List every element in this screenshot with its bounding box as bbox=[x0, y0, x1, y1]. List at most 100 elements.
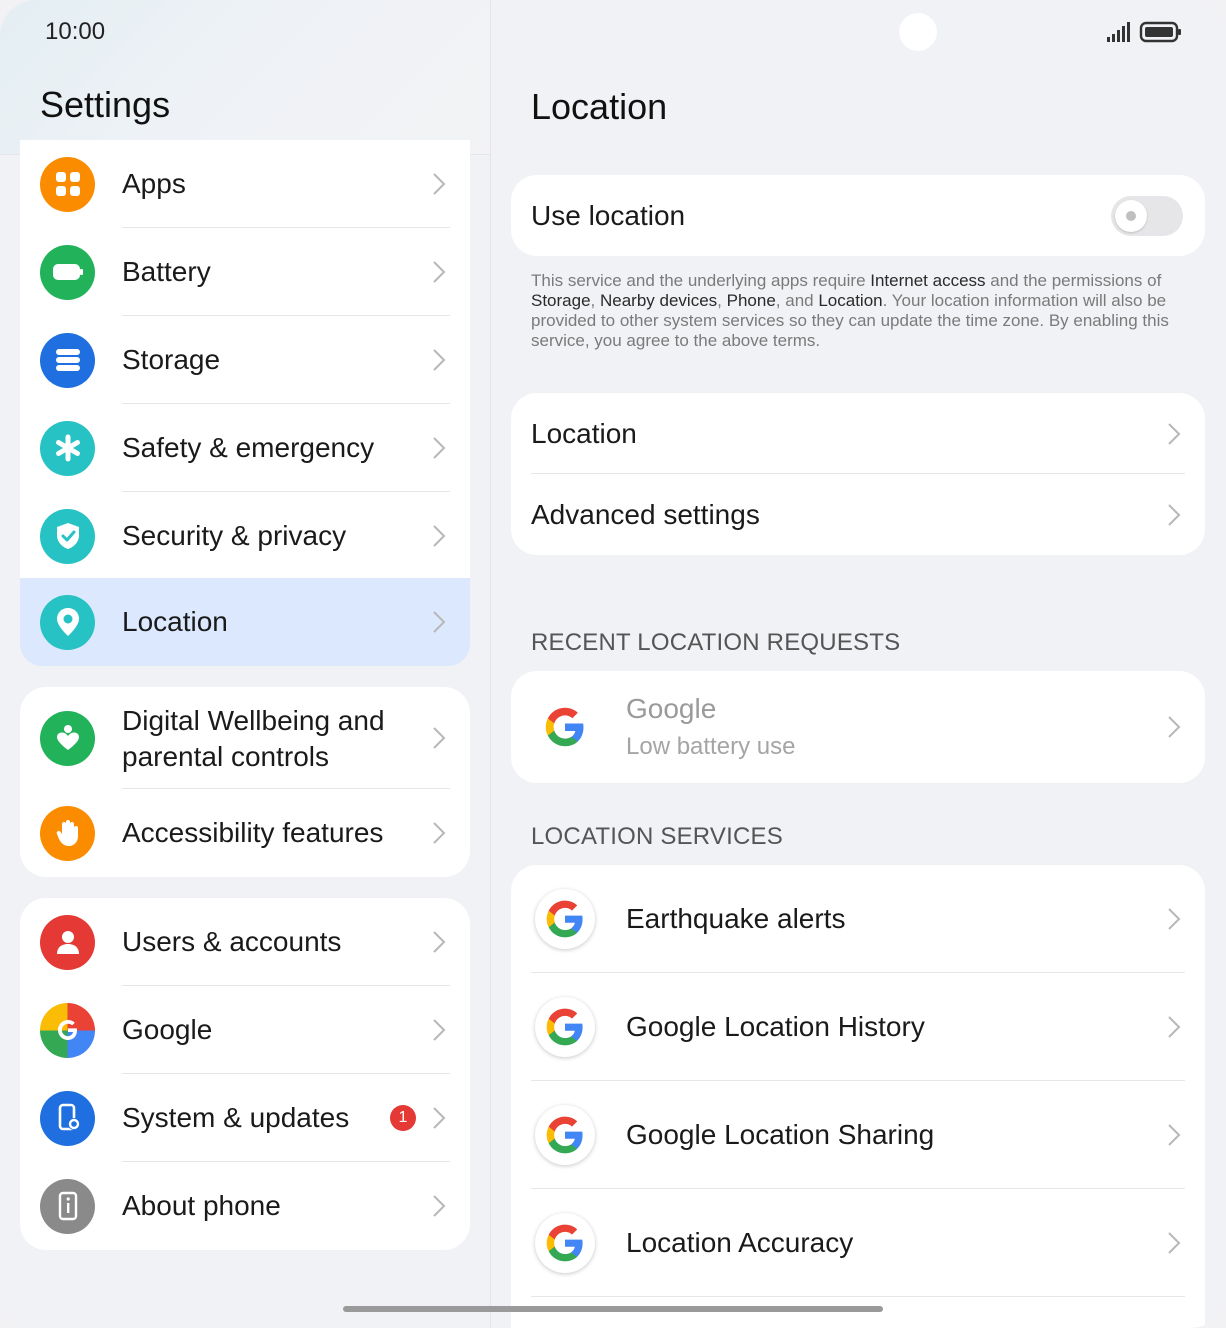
user-icon bbox=[40, 914, 95, 970]
service-location-accuracy[interactable]: Location Accuracy bbox=[511, 1189, 1205, 1297]
settings-pane: 10:00 Settings Apps Battery Storage Safe… bbox=[0, 0, 490, 1328]
location-pane: Location Use location This service and t… bbox=[491, 0, 1226, 1328]
location-pin-icon bbox=[40, 594, 95, 650]
settings-item-label-line2: parental controls bbox=[122, 741, 330, 772]
chevron-right-icon bbox=[1168, 1124, 1181, 1146]
use-location-description: This service and the underlying apps req… bbox=[531, 271, 1191, 351]
chevron-right-icon bbox=[433, 611, 446, 633]
use-location-card: Use location bbox=[511, 175, 1205, 256]
desc-bold: Storage bbox=[531, 291, 591, 310]
desc-bold: Internet access bbox=[870, 271, 986, 290]
chevron-right-icon bbox=[1168, 908, 1181, 930]
settings-item-storage[interactable]: Storage bbox=[20, 316, 470, 404]
camera-cutout bbox=[899, 13, 937, 51]
settings-group-3: Users & accounts Google System & updates… bbox=[20, 898, 470, 1250]
service-label: Earthquake alerts bbox=[626, 903, 846, 934]
recent-requests-header: RECENT LOCATION REQUESTS bbox=[531, 629, 901, 656]
settings-header: 10:00 Settings bbox=[0, 0, 490, 155]
desc-bold: Nearby devices bbox=[600, 291, 718, 310]
location-services-header: LOCATION SERVICES bbox=[531, 823, 783, 850]
settings-item-system-updates[interactable]: System & updates 1 bbox=[20, 1074, 470, 1162]
location-settings-card: Location Advanced settings bbox=[511, 393, 1205, 555]
chevron-right-icon bbox=[433, 349, 446, 371]
google-g-icon bbox=[535, 1213, 595, 1273]
chevron-right-icon bbox=[433, 1195, 446, 1217]
use-location-toggle[interactable] bbox=[1111, 195, 1183, 236]
divider bbox=[531, 1296, 1185, 1297]
status-time: 10:00 bbox=[45, 18, 106, 45]
google-g-icon bbox=[545, 707, 584, 747]
use-location-label: Use location bbox=[531, 199, 686, 231]
chevron-right-icon bbox=[1168, 422, 1181, 445]
service-earthquake-alerts[interactable]: Earthquake alerts bbox=[511, 865, 1205, 973]
settings-item-label: Security & privacy bbox=[122, 520, 347, 551]
settings-group-1: Apps Battery Storage Safety & emergency … bbox=[20, 140, 470, 666]
chevron-right-icon bbox=[433, 1019, 446, 1041]
settings-item-location[interactable]: Location bbox=[20, 578, 470, 666]
storage-icon bbox=[40, 332, 95, 388]
settings-item-users-accounts[interactable]: Users & accounts bbox=[20, 898, 470, 986]
recent-request-google[interactable]: Google Low battery use bbox=[511, 671, 1205, 783]
settings-item-label: Users & accounts bbox=[122, 926, 342, 957]
settings-item-label: Safety & emergency bbox=[122, 432, 375, 463]
settings-item-label: Google bbox=[122, 1014, 213, 1045]
location-settings-row[interactable]: Location bbox=[511, 393, 1205, 474]
desc-text: , bbox=[590, 291, 600, 310]
home-indicator[interactable] bbox=[343, 1306, 883, 1312]
chevron-right-icon bbox=[433, 822, 446, 844]
page-title: Location bbox=[531, 86, 668, 127]
status-icons bbox=[1107, 21, 1181, 43]
settings-item-battery[interactable]: Battery bbox=[20, 228, 470, 316]
apps-icon bbox=[40, 156, 95, 212]
chevron-right-icon bbox=[433, 931, 446, 953]
settings-item-about-phone[interactable]: About phone bbox=[20, 1162, 470, 1250]
chevron-right-icon bbox=[433, 525, 446, 547]
settings-item-label: Digital Wellbeing and parental controls bbox=[122, 703, 385, 775]
chevron-right-icon bbox=[1168, 1016, 1181, 1038]
battery-status-icon bbox=[1139, 21, 1181, 43]
chevron-right-icon bbox=[433, 261, 446, 283]
chevron-right-icon bbox=[1168, 1232, 1181, 1254]
wellbeing-icon bbox=[40, 710, 95, 766]
service-label: Google Location Sharing bbox=[626, 1119, 935, 1150]
settings-item-label: System & updates bbox=[122, 1102, 350, 1133]
desc-text: , and bbox=[775, 291, 819, 310]
advanced-settings-row[interactable]: Advanced settings bbox=[511, 474, 1205, 555]
settings-item-security[interactable]: Security & privacy bbox=[20, 492, 470, 580]
update-count-badge: 1 bbox=[390, 1105, 416, 1131]
service-location-history[interactable]: Google Location History bbox=[511, 973, 1205, 1081]
location-settings-label: Location bbox=[531, 417, 637, 449]
settings-item-label: Battery bbox=[122, 256, 211, 287]
shield-icon bbox=[40, 508, 95, 564]
settings-group-2: Digital Wellbeing and parental controls … bbox=[20, 687, 470, 877]
settings-item-label-line1: Digital Wellbeing and bbox=[122, 705, 385, 736]
recent-request-subtitle: Low battery use bbox=[626, 733, 796, 760]
page-title: Settings bbox=[40, 84, 171, 125]
settings-item-label: About phone bbox=[122, 1190, 281, 1221]
settings-item-apps[interactable]: Apps bbox=[20, 140, 470, 228]
desc-text: This service and the underlying apps req… bbox=[531, 271, 871, 290]
settings-item-digital-wellbeing[interactable]: Digital Wellbeing and parental controls bbox=[20, 687, 470, 789]
service-location-sharing[interactable]: Google Location Sharing bbox=[511, 1081, 1205, 1189]
chevron-right-icon bbox=[433, 727, 446, 749]
google-g-icon bbox=[535, 997, 595, 1057]
chevron-right-icon bbox=[1168, 503, 1181, 526]
location-services-card: Earthquake alerts Google Location Histor… bbox=[511, 865, 1205, 1328]
desc-bold: Phone bbox=[726, 291, 776, 310]
settings-item-label: Location bbox=[122, 606, 228, 637]
settings-item-accessibility[interactable]: Accessibility features bbox=[20, 789, 470, 877]
signal-icon bbox=[1107, 22, 1130, 42]
settings-item-label: Apps bbox=[122, 168, 186, 199]
settings-item-label: Accessibility features bbox=[122, 817, 384, 848]
info-icon bbox=[40, 1178, 95, 1234]
chevron-right-icon bbox=[433, 437, 446, 459]
recent-requests-card: Google Low battery use bbox=[511, 671, 1205, 783]
settings-item-google[interactable]: Google bbox=[20, 986, 470, 1074]
google-g-icon bbox=[535, 1105, 595, 1165]
service-label: Google Location History bbox=[626, 1011, 925, 1042]
settings-item-safety[interactable]: Safety & emergency bbox=[20, 404, 470, 492]
use-location-row[interactable]: Use location bbox=[511, 175, 1205, 256]
phone-gear-icon bbox=[40, 1090, 95, 1146]
chevron-right-icon bbox=[433, 173, 446, 195]
google-icon bbox=[40, 1002, 95, 1058]
